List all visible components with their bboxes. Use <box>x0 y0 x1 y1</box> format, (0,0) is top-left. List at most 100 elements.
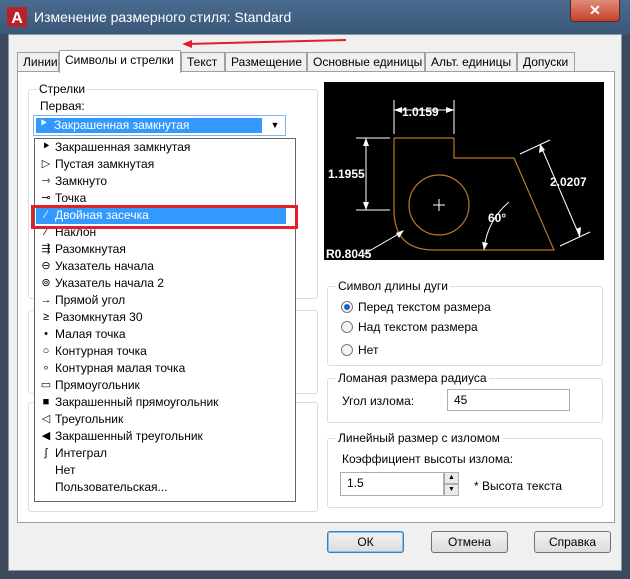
list-item-label: Прямой угол <box>55 293 126 307</box>
list-item-label: Треугольник <box>55 412 124 426</box>
open-arrow-icon: ⇶ <box>41 243 51 255</box>
preview-dim-right: 2.0207 <box>550 175 587 189</box>
list-item-label: Закрашенная замкнутая <box>55 140 191 154</box>
list-item-label: Контурная малая точка <box>55 361 186 375</box>
spin-down-icon[interactable]: ▼ <box>444 484 459 496</box>
jog-height-factor-label: Коэффициент высоты излома: <box>342 452 514 466</box>
dimension-style-dialog: A Изменение размерного стиля: Standard ✕… <box>0 0 630 579</box>
tab-label: Текст <box>187 55 218 69</box>
first-arrow-value: Закрашенная замкнутая <box>54 118 190 132</box>
list-item-label: Разомкнутая <box>55 242 126 256</box>
tab-primary-units[interactable]: Основные единицы <box>307 52 425 72</box>
list-item[interactable]: ⇾ Замкнуто <box>36 173 286 190</box>
tab-tolerances[interactable]: Допуски <box>517 52 575 72</box>
tab-lines[interactable]: Линии <box>17 52 59 72</box>
jog-angle-label: Угол излома: <box>342 394 415 408</box>
radio-above-text[interactable] <box>341 321 353 333</box>
chevron-down-icon: ▼ <box>270 120 280 130</box>
first-arrow-select[interactable]: ⯈ Закрашенная замкнутая ▼ <box>33 115 286 136</box>
highlight-annotation-box <box>31 205 298 229</box>
tab-fit[interactable]: Размещение <box>225 52 307 72</box>
filled-box-icon: ■ <box>42 396 50 408</box>
origin-indicator-2-icon: ⊚ <box>41 277 51 289</box>
list-item-label: Интеграл <box>55 446 108 460</box>
list-item[interactable]: ◀ Закрашенный треугольник <box>36 428 286 445</box>
help-button[interactable]: Справка <box>534 531 611 553</box>
jog-height-factor-suffix: * Высота текста <box>474 479 563 493</box>
list-item-label: Контурная точка <box>55 344 147 358</box>
box-icon: ▭ <box>40 379 52 391</box>
close-icon: ✕ <box>589 2 601 18</box>
cancel-button[interactable]: Отмена <box>431 531 508 553</box>
triangle-icon: ◁ <box>41 413 51 425</box>
list-item-label: Замкнуто <box>55 174 108 188</box>
outline-dot-icon: ○ <box>42 345 50 357</box>
list-item[interactable]: ○ Контурная точка <box>36 343 286 360</box>
list-item[interactable]: Нет <box>36 462 286 479</box>
list-item[interactable]: ◁ Треугольник <box>36 411 286 428</box>
open-30-icon: ≥ <box>42 311 50 323</box>
small-outline-dot-icon: ∘ <box>42 362 50 374</box>
tab-alternate-units[interactable]: Альт. единицы <box>425 52 517 72</box>
right-angle-icon: → <box>40 294 52 306</box>
radio-before-text[interactable] <box>341 301 353 313</box>
list-item[interactable]: ▭ Прямоугольник <box>36 377 286 394</box>
preview-dim-radius: R0.8045 <box>326 247 372 260</box>
jog-angle-input[interactable]: 45 <box>447 389 570 411</box>
title-bar: A Изменение размерного стиля: Standard ✕ <box>0 0 630 34</box>
autocad-logo-icon: A <box>7 7 27 27</box>
filled-triangle-icon: ◀ <box>41 430 51 442</box>
list-item-label: Прямоугольник <box>55 378 140 392</box>
tab-label: Основные единицы <box>313 55 423 69</box>
list-item[interactable]: ≥ Разомкнутая 30 <box>36 309 286 326</box>
tab-label: Допуски <box>523 55 569 69</box>
filled-closed-arrow-icon: ⯈ <box>41 141 51 153</box>
linear-jog-label: Линейный размер с изломом <box>336 431 502 445</box>
tab-label: Линии <box>23 55 58 69</box>
list-item[interactable]: ▷ Пустая замкнутая <box>36 156 286 173</box>
window-title: Изменение размерного стиля: Standard <box>34 9 292 25</box>
list-item-label: Закрашенный треугольник <box>55 429 203 443</box>
radio-none-label: Нет <box>358 343 379 357</box>
tab-text[interactable]: Текст <box>181 52 225 72</box>
list-item-label: Пустая замкнутая <box>55 157 155 171</box>
first-arrow-label: Первая: <box>40 99 85 113</box>
arrow-options-list: ⯈ Закрашенная замкнутая ▷ Пустая замкнутая… <box>34 138 296 502</box>
radio-none[interactable] <box>341 344 353 356</box>
list-item[interactable]: • Малая точка <box>36 326 286 343</box>
jog-height-factor-input[interactable]: 1.5 <box>340 472 444 496</box>
list-item[interactable]: ⯈ Закрашенная замкнутая <box>36 139 286 156</box>
list-item[interactable]: Пользовательская... <box>36 479 286 496</box>
closed-arrow-icon: ⇾ <box>41 175 51 187</box>
list-item-label: Указатель начала <box>55 259 154 273</box>
open-closed-arrow-icon: ▷ <box>41 158 51 170</box>
ok-button[interactable]: ОК <box>327 531 404 553</box>
preview-canvas: 1.0159 1.1955 2.0207 60° R0.8045 <box>324 82 604 260</box>
list-item[interactable]: ⇶ Разомкнутая <box>36 241 286 258</box>
arrowheads-group-label: Стрелки <box>37 82 88 96</box>
close-button[interactable]: ✕ <box>570 0 620 22</box>
list-item-label: Закрашенный прямоугольник <box>55 395 219 409</box>
tab-label: Альт. единицы <box>431 55 512 69</box>
svg-text:A: A <box>11 10 23 27</box>
list-item[interactable]: ⊚ Указатель начала 2 <box>36 275 286 292</box>
spin-up-icon[interactable]: ▲ <box>444 472 459 484</box>
radius-jog-label: Ломаная размера радиуса <box>336 371 489 385</box>
list-item-label: Нет <box>55 463 76 477</box>
tab-symbols-and-arrows[interactable]: Символы и стрелки <box>59 50 181 73</box>
radio-above-text-label: Над текстом размера <box>358 320 478 334</box>
integral-icon: ∫ <box>44 447 48 459</box>
origin-indicator-icon: ⊖ <box>41 260 51 272</box>
preview-dim-top: 1.0159 <box>402 105 439 119</box>
list-item[interactable]: ⊖ Указатель начала <box>36 258 286 275</box>
arc-length-symbol-label: Символ длины дуги <box>336 279 450 293</box>
red-annotation-arrow <box>182 39 347 48</box>
filled-closed-arrow-icon: ⯈ <box>39 118 48 130</box>
list-item[interactable]: → Прямой угол <box>36 292 286 309</box>
list-item[interactable]: ■ Закрашенный прямоугольник <box>36 394 286 411</box>
tab-label: Символы и стрелки <box>65 53 174 67</box>
list-item[interactable]: ∘ Контурная малая точка <box>36 360 286 377</box>
list-item[interactable]: ∫ Интеграл <box>36 445 286 462</box>
jog-height-factor-stepper[interactable]: ▲ ▼ <box>444 472 459 496</box>
list-item-label: Разомкнутая 30 <box>55 310 143 324</box>
